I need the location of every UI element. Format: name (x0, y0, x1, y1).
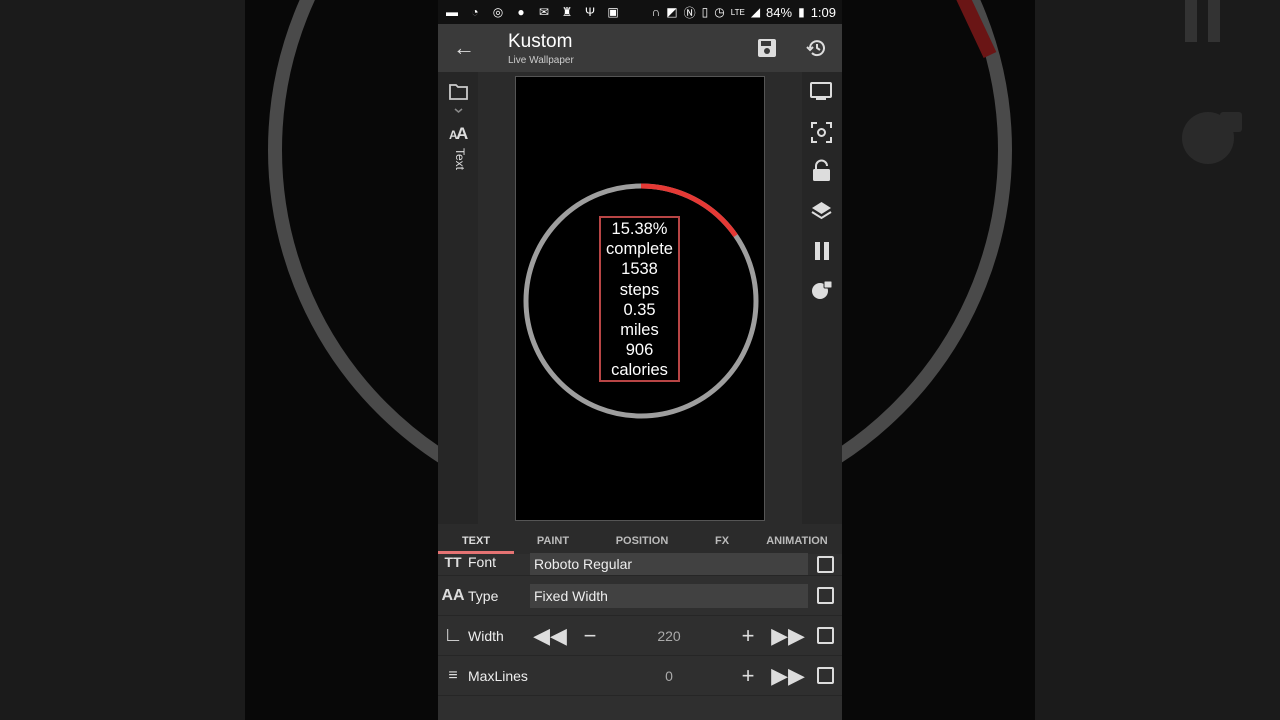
headphones-icon: ∩ (651, 5, 661, 19)
plus-icon[interactable]: + (728, 623, 768, 649)
maxlines-icon: ≡ (448, 666, 458, 684)
stat-line: complete (606, 240, 673, 259)
status-right: ∩ ◩ Ⓝ ▯ ◷ LTE ◢ 84% ▮ 1:09 (652, 4, 836, 21)
layers-icon[interactable] (811, 202, 832, 220)
phone-screen: ▬ ◔ ◎ ● ✉ ♜ Ψ ▣ ∩ ◩ Ⓝ ▯ ◷ LTE ◢ 84% ▮ 1:… (438, 0, 842, 720)
cast-icon: ◩ (666, 5, 678, 19)
screenshot-icon[interactable] (811, 122, 832, 143)
stats-text-box[interactable]: 15.38% complete 1538 steps 0.35 miles 90… (599, 216, 680, 382)
background-ring-right (840, 0, 1242, 464)
app-bar-actions (756, 37, 842, 59)
property-label: Font (468, 554, 497, 570)
restaurant-icon: Ψ (584, 5, 596, 19)
lock-icon[interactable] (813, 159, 830, 182)
width-icon: ∟ (443, 624, 463, 646)
monitor-icon[interactable] (810, 82, 832, 100)
maxlines-stepper: 0 + ▶▶ (530, 663, 808, 689)
battery-level: 84% (766, 4, 793, 20)
preview-canvas: 15.38% complete 1538 steps 0.35 miles 90… (515, 76, 765, 521)
right-toolbar (802, 72, 842, 524)
width-value: 220 (657, 627, 681, 644)
fast-forward-icon[interactable]: ▶▶ (768, 623, 808, 649)
clock: 1:09 (810, 4, 836, 20)
globe-lock-icon[interactable] (812, 280, 833, 299)
fast-forward-icon[interactable]: ▶▶ (768, 663, 808, 689)
font-field[interactable]: Roboto Regular (530, 553, 808, 575)
property-label: Type (468, 587, 499, 604)
app-title: Kustom (508, 30, 573, 52)
minus-icon[interactable]: − (570, 623, 610, 649)
property-label: MaxLines (468, 667, 528, 684)
pause-icon[interactable] (815, 242, 829, 260)
app-bar: ← Kustom Live Wallpaper (438, 24, 842, 72)
app-subtitle: Live Wallpaper (508, 54, 574, 66)
plus-icon[interactable]: + (728, 663, 768, 689)
background-right (840, 0, 1280, 720)
tab-paint[interactable]: PAINT (514, 528, 592, 554)
properties-list: TT Font Roboto Regular AA Type Fixed Wid… (438, 553, 842, 720)
alarm-icon: ◷ (714, 5, 725, 19)
battery-icon: ▮ (798, 5, 805, 19)
maxlines-value: 0 (665, 667, 673, 684)
history-icon[interactable] (806, 37, 828, 59)
property-row-type: AA Type Fixed Width (438, 576, 842, 616)
editor-workspace: A A Text 15.38% complete 1538 steps 0.35… (438, 72, 842, 524)
background-left (0, 0, 440, 720)
vibrate-icon: ▯ (701, 5, 709, 19)
maxlines-checkbox[interactable] (817, 667, 834, 684)
app-titles: Kustom Live Wallpaper (490, 31, 756, 66)
property-row-font: TT Font Roboto Regular (438, 553, 842, 576)
back-arrow-icon[interactable]: ← (438, 35, 490, 61)
right-toolbar-icons (810, 82, 833, 299)
property-row-maxlines: ≡ MaxLines 0 + ▶▶ (438, 656, 842, 696)
property-row-partial (438, 696, 842, 720)
tab-fx[interactable]: FX (692, 528, 752, 554)
text-type-icon[interactable]: A A (449, 124, 468, 143)
type-icon: AA (441, 586, 465, 604)
left-toolbar: A A Text (438, 72, 478, 524)
stat-line: calories (611, 361, 668, 380)
layer-text-label[interactable]: Text (449, 148, 467, 178)
fast-rewind-icon[interactable]: ◀◀ (530, 623, 570, 649)
stat-line: 906 (625, 341, 654, 360)
stat-line: 1538 (621, 260, 658, 279)
app-icon: ♜ (561, 5, 573, 19)
type-checkbox[interactable] (817, 587, 834, 604)
svg-text:A: A (456, 124, 468, 143)
signal-icon: ◢ (750, 5, 761, 19)
font-icon: TT (444, 554, 462, 570)
stat-line: steps (619, 280, 660, 299)
type-field[interactable]: Fixed Width (530, 583, 808, 608)
chat-icon: ▬ (446, 5, 458, 19)
font-checkbox[interactable] (817, 556, 834, 573)
background-ring-left (268, 0, 440, 464)
whatsapp-icon: ◎ (492, 5, 504, 19)
hangouts-icon: ● (517, 5, 525, 19)
chevron-down-icon[interactable] (454, 108, 463, 113)
stat-line: 15.38% (611, 220, 668, 238)
status-bar: ▬ ◔ ◎ ● ✉ ♜ Ψ ▣ ∩ ◩ Ⓝ ▯ ◷ LTE ◢ 84% ▮ 1:… (438, 0, 842, 24)
nfc-icon: Ⓝ (683, 5, 696, 20)
save-icon[interactable] (756, 37, 778, 59)
network-label: LTE (730, 7, 745, 17)
tab-animation[interactable]: ANIMATION (752, 528, 842, 554)
property-row-width: ∟ Width ◀◀ − 220 + ▶▶ (438, 616, 842, 656)
width-stepper: ◀◀ − 220 + ▶▶ (530, 623, 808, 649)
stat-line: miles (620, 321, 659, 340)
folder-icon[interactable] (449, 84, 468, 100)
width-checkbox[interactable] (817, 627, 834, 644)
editor-tabs: TEXT PAINT POSITION FX ANIMATION (438, 528, 842, 554)
property-label: Width (468, 627, 504, 644)
pocket-icon: ◔ (471, 5, 479, 19)
hd-icon: ▣ (607, 5, 619, 19)
notification-icons: ▬ ◔ ◎ ● ✉ ♜ Ψ ▣ (444, 5, 621, 19)
tab-position[interactable]: POSITION (592, 528, 692, 554)
mail-icon: ✉ (538, 5, 550, 19)
stat-line: 0.35 (623, 300, 656, 319)
